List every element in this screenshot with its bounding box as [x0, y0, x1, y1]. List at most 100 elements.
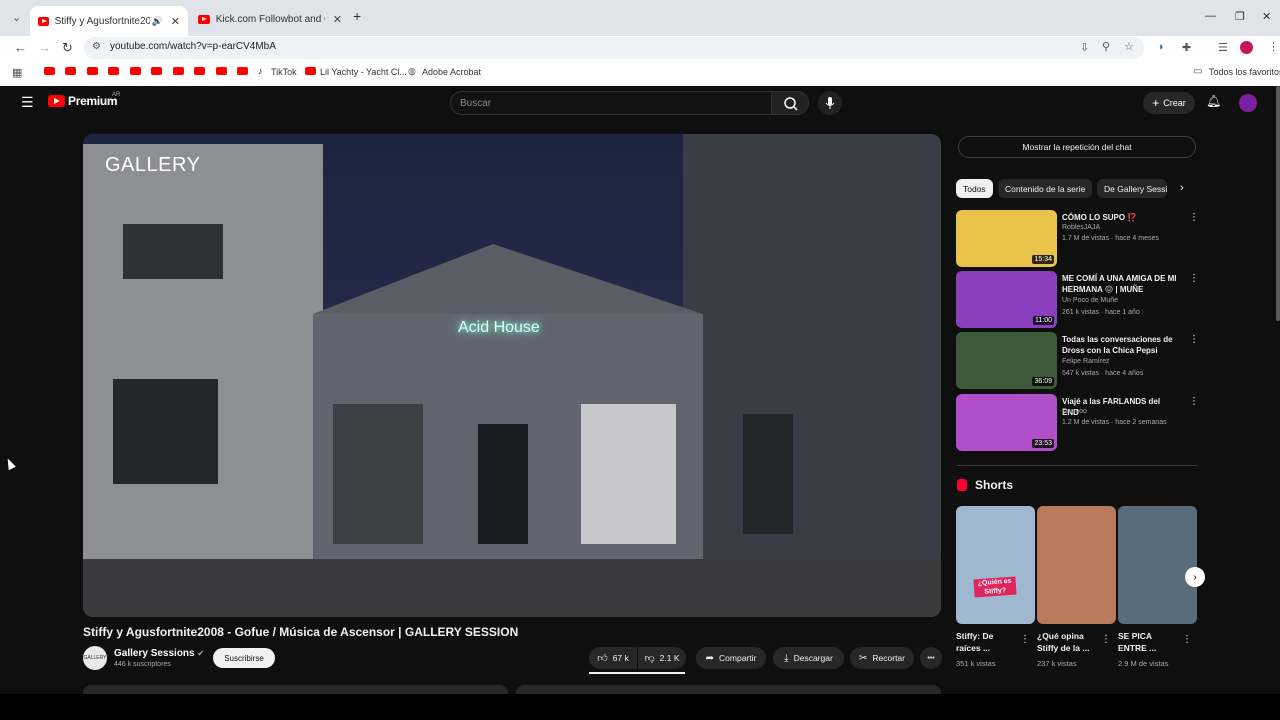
address-bar[interactable]: ⚙ youtube.com/watch?v=p-earCV4MbA ⇩ ⚲ ☆ [84, 37, 1144, 59]
rec-item[interactable]: 11:00 ME COMÍ A UNA AMIGA DE MI HERMANA … [956, 271, 1199, 329]
like-button[interactable]: 👍︎ 67 k [589, 647, 637, 669]
short-views: 237 k vistas [1037, 659, 1077, 668]
short-thumbnail[interactable] [1118, 506, 1197, 624]
like-count: 67 k [612, 653, 629, 663]
voice-search-button[interactable] [818, 91, 842, 115]
rec-thumbnail[interactable]: 11:00 [956, 271, 1057, 328]
short-menu-icon[interactable]: ⋮ [1101, 634, 1111, 645]
show-chat-replay-button[interactable]: Mostrar la repetición del chat [958, 136, 1196, 158]
short-menu-icon[interactable]: ⋮ [1020, 634, 1030, 645]
youtube-bookmark-icon[interactable] [151, 67, 162, 75]
rec-menu-icon[interactable]: ⋮ [1189, 334, 1199, 345]
bookmark-adobe-acrobat[interactable]: Adobe Acrobat [422, 67, 481, 77]
youtube-bookmark-icon[interactable] [44, 67, 55, 75]
url-text: youtube.com/watch?v=p-earCV4MbA [110, 41, 276, 52]
close-tab-icon[interactable]: ✕ [171, 15, 180, 28]
browser-chrome: ⌄ Stiffy y Agusfortnite2008 - Gofue 🔊 ✕ … [0, 0, 1280, 86]
short-thumbnail[interactable]: ¿Quién es Stiffy? [956, 506, 1035, 624]
rec-menu-icon[interactable]: ⋮ [1189, 212, 1199, 223]
back-icon[interactable]: ← [14, 40, 27, 55]
bookmark-tiktok[interactable]: TikTok [271, 67, 297, 77]
short-menu-icon[interactable]: ⋮ [1182, 634, 1192, 645]
tab-active[interactable]: Stiffy y Agusfortnite2008 - Gofue 🔊 ✕ [30, 6, 188, 36]
chip-series[interactable]: Contenido de la serie [998, 179, 1093, 198]
youtube-logo[interactable]: Premium AR [48, 92, 121, 108]
rec-thumbnail[interactable]: 36:09 [956, 332, 1057, 389]
tab-title: Kick.com Followbot and Chatbot [215, 13, 325, 25]
shorts-next-icon[interactable]: › [1185, 567, 1205, 587]
new-tab-button[interactable]: + [353, 8, 361, 24]
tab-search-icon[interactable]: ⌄ [12, 11, 21, 24]
search-button[interactable] [771, 91, 809, 115]
bookmark-lil-yachty[interactable]: Lil Yachty - Yacht Cl... [320, 67, 407, 77]
youtube-favicon-icon [38, 16, 49, 26]
tab-kick[interactable]: Kick.com Followbot and Chatbot ✕ [190, 6, 350, 32]
tab-search-icon[interactable]: ☰ [1218, 41, 1228, 54]
rec-item[interactable]: 36:09 Todas las conversaciones de Dross … [956, 332, 1199, 390]
download-icon: ⤓ [784, 652, 789, 664]
apps-icon[interactable]: ▦ [12, 66, 22, 79]
search-input[interactable]: Buscar [450, 91, 772, 115]
rec-menu-icon[interactable]: ⋮ [1189, 273, 1199, 284]
rec-duration: 36:09 [1032, 377, 1054, 386]
speaker-icon[interactable]: 🔊 [152, 16, 163, 27]
extension-icon[interactable]: ◗ [1158, 41, 1165, 53]
create-button[interactable]: + Crear [1143, 92, 1195, 114]
close-tab-icon[interactable]: ✕ [333, 13, 342, 26]
youtube-page: ☰ Premium AR Buscar + Crear 🔔︎ GALLERY A… [0, 86, 1280, 694]
chip-gallery[interactable]: De Gallery Sessions [1097, 179, 1167, 198]
youtube-bookmark-icon[interactable] [237, 67, 248, 75]
youtube-bookmark-icon[interactable] [130, 67, 141, 75]
extensions-puzzle-icon[interactable]: ✚ [1182, 41, 1191, 54]
video-title: Stiffy y Agusfortnite2008 - Gofue / Músi… [83, 625, 519, 639]
forward-icon[interactable]: → [38, 40, 51, 55]
channel-avatar-text: GALLERY [83, 655, 107, 661]
more-actions-button[interactable]: ••• [920, 647, 942, 669]
all-bookmarks[interactable]: Todos los favoritos [1209, 67, 1280, 77]
chevron-right-icon[interactable]: › [1180, 182, 1184, 194]
install-icon[interactable]: ⇩ [1080, 41, 1089, 54]
youtube-bookmark-icon[interactable] [194, 67, 205, 75]
video-player[interactable]: GALLERY Acid House [83, 134, 941, 617]
download-button[interactable]: ⤓ Descargar [773, 647, 844, 669]
share-button[interactable]: ➦ Compartir [696, 647, 766, 669]
bookmark-star-icon[interactable]: ☆ [1124, 40, 1134, 53]
subscribe-button[interactable]: Suscribirse [213, 648, 275, 668]
hamburger-menu-icon[interactable]: ☰ [21, 94, 34, 111]
rec-item[interactable]: 15:34 CÓMO LO SUPO ⁉️ RoblesJAJA 1.7 M d… [956, 210, 1199, 268]
rec-thumbnail[interactable]: 15:34 [956, 210, 1057, 267]
scissors-icon: ✂ [859, 652, 868, 664]
short-thumbnail[interactable] [1037, 506, 1116, 624]
dislike-count: 2.1 K [659, 653, 680, 663]
account-avatar[interactable] [1239, 94, 1257, 112]
youtube-bookmark-icon[interactable] [216, 67, 227, 75]
rec-menu-icon[interactable]: ⋮ [1189, 396, 1199, 407]
description-box[interactable] [83, 685, 508, 694]
dislike-button[interactable]: 👎︎ 2.1 K [638, 647, 686, 669]
menu-icon[interactable]: ⋮ [1268, 40, 1279, 53]
youtube-bookmark-icon[interactable] [87, 67, 98, 75]
profile-avatar[interactable] [1240, 41, 1253, 54]
scrollbar-thumb[interactable] [1276, 86, 1280, 321]
zoom-icon[interactable]: ⚲ [1102, 40, 1110, 53]
site-info-icon[interactable]: ⚙ [92, 41, 101, 52]
globe-icon: ◍ [408, 66, 416, 76]
clip-label: Recortar [872, 653, 905, 663]
notifications-bell-icon[interactable]: 🔔︎ [1206, 94, 1221, 108]
minimize-icon[interactable]: — [1205, 10, 1216, 22]
channel-name[interactable]: Gallery Sessions ✔ [114, 648, 204, 659]
youtube-bookmark-icon[interactable] [65, 67, 76, 75]
rec-item[interactable]: 23:53 Viajé a las FARLANDS del END Darmo… [956, 394, 1199, 452]
download-label: Descargar [793, 653, 833, 663]
youtube-bookmark-icon[interactable] [173, 67, 184, 75]
rec-thumbnail[interactable]: 23:53 [956, 394, 1057, 451]
clip-button[interactable]: ✂ Recortar [850, 647, 914, 669]
folder-icon: ▭ [1193, 66, 1203, 77]
restore-icon[interactable]: ❐ [1235, 10, 1245, 23]
reload-icon[interactable]: ↻ [62, 40, 73, 56]
close-window-icon[interactable]: ✕ [1262, 10, 1271, 23]
chip-todos[interactable]: Todos [956, 179, 993, 198]
channel-avatar[interactable]: GALLERY [83, 646, 107, 670]
country-code: AR [112, 92, 121, 98]
youtube-bookmark-icon[interactable] [108, 67, 119, 75]
